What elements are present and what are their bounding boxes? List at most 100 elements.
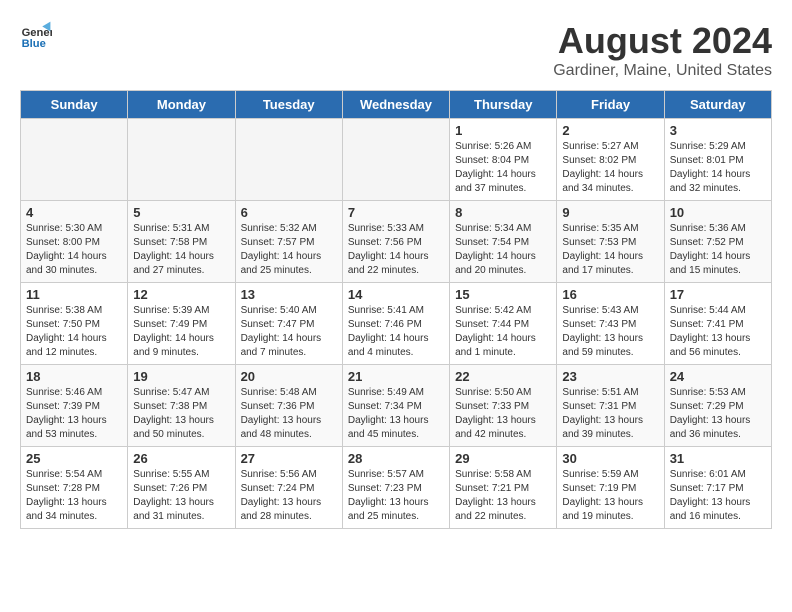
- day-header-tuesday: Tuesday: [235, 91, 342, 119]
- calendar-cell: [21, 119, 128, 201]
- calendar-cell: 8 Sunrise: 5:34 AM Sunset: 7:54 PM Dayli…: [450, 201, 557, 283]
- calendar-cell: 10 Sunrise: 5:36 AM Sunset: 7:52 PM Dayl…: [664, 201, 771, 283]
- day-number: 4: [26, 205, 122, 220]
- logo-icon: General Blue: [20, 20, 52, 52]
- calendar-cell: 30 Sunrise: 5:59 AM Sunset: 7:19 PM Dayl…: [557, 447, 664, 529]
- day-info: Sunrise: 6:01 AM Sunset: 7:17 PM Dayligh…: [670, 468, 766, 524]
- header: General Blue August 2024 Gardiner, Maine…: [20, 20, 772, 80]
- day-info: Sunrise: 5:42 AM Sunset: 7:44 PM Dayligh…: [455, 304, 551, 360]
- calendar-cell: 11 Sunrise: 5:38 AM Sunset: 7:50 PM Dayl…: [21, 283, 128, 365]
- day-info: Sunrise: 5:58 AM Sunset: 7:21 PM Dayligh…: [455, 468, 551, 524]
- day-info: Sunrise: 5:48 AM Sunset: 7:36 PM Dayligh…: [241, 386, 337, 442]
- day-info: Sunrise: 5:49 AM Sunset: 7:34 PM Dayligh…: [348, 386, 444, 442]
- day-info: Sunrise: 5:43 AM Sunset: 7:43 PM Dayligh…: [562, 304, 658, 360]
- day-number: 12: [133, 287, 229, 302]
- calendar-cell: 15 Sunrise: 5:42 AM Sunset: 7:44 PM Dayl…: [450, 283, 557, 365]
- calendar-cell: 20 Sunrise: 5:48 AM Sunset: 7:36 PM Dayl…: [235, 365, 342, 447]
- calendar-week-row: 25 Sunrise: 5:54 AM Sunset: 7:28 PM Dayl…: [21, 447, 772, 529]
- calendar-cell: [342, 119, 449, 201]
- day-number: 31: [670, 451, 766, 466]
- day-info: Sunrise: 5:56 AM Sunset: 7:24 PM Dayligh…: [241, 468, 337, 524]
- day-number: 25: [26, 451, 122, 466]
- day-info: Sunrise: 5:40 AM Sunset: 7:47 PM Dayligh…: [241, 304, 337, 360]
- day-info: Sunrise: 5:39 AM Sunset: 7:49 PM Dayligh…: [133, 304, 229, 360]
- day-number: 3: [670, 123, 766, 138]
- calendar-cell: 16 Sunrise: 5:43 AM Sunset: 7:43 PM Dayl…: [557, 283, 664, 365]
- day-info: Sunrise: 5:51 AM Sunset: 7:31 PM Dayligh…: [562, 386, 658, 442]
- day-number: 9: [562, 205, 658, 220]
- day-number: 19: [133, 369, 229, 384]
- calendar-cell: 2 Sunrise: 5:27 AM Sunset: 8:02 PM Dayli…: [557, 119, 664, 201]
- calendar-week-row: 11 Sunrise: 5:38 AM Sunset: 7:50 PM Dayl…: [21, 283, 772, 365]
- subtitle: Gardiner, Maine, United States: [553, 62, 772, 80]
- main-title: August 2024: [553, 20, 772, 62]
- day-info: Sunrise: 5:47 AM Sunset: 7:38 PM Dayligh…: [133, 386, 229, 442]
- day-number: 2: [562, 123, 658, 138]
- day-info: Sunrise: 5:36 AM Sunset: 7:52 PM Dayligh…: [670, 222, 766, 278]
- calendar-body: 1 Sunrise: 5:26 AM Sunset: 8:04 PM Dayli…: [21, 119, 772, 529]
- day-info: Sunrise: 5:57 AM Sunset: 7:23 PM Dayligh…: [348, 468, 444, 524]
- day-number: 13: [241, 287, 337, 302]
- logo: General Blue: [20, 20, 52, 52]
- day-header-saturday: Saturday: [664, 91, 771, 119]
- day-number: 8: [455, 205, 551, 220]
- day-number: 21: [348, 369, 444, 384]
- day-info: Sunrise: 5:44 AM Sunset: 7:41 PM Dayligh…: [670, 304, 766, 360]
- day-header-sunday: Sunday: [21, 91, 128, 119]
- calendar-week-row: 18 Sunrise: 5:46 AM Sunset: 7:39 PM Dayl…: [21, 365, 772, 447]
- day-info: Sunrise: 5:29 AM Sunset: 8:01 PM Dayligh…: [670, 140, 766, 196]
- day-info: Sunrise: 5:27 AM Sunset: 8:02 PM Dayligh…: [562, 140, 658, 196]
- calendar-cell: 27 Sunrise: 5:56 AM Sunset: 7:24 PM Dayl…: [235, 447, 342, 529]
- day-number: 1: [455, 123, 551, 138]
- day-number: 28: [348, 451, 444, 466]
- calendar-cell: 14 Sunrise: 5:41 AM Sunset: 7:46 PM Dayl…: [342, 283, 449, 365]
- calendar-cell: 13 Sunrise: 5:40 AM Sunset: 7:47 PM Dayl…: [235, 283, 342, 365]
- day-number: 20: [241, 369, 337, 384]
- day-number: 5: [133, 205, 229, 220]
- day-header-monday: Monday: [128, 91, 235, 119]
- calendar-cell: 1 Sunrise: 5:26 AM Sunset: 8:04 PM Dayli…: [450, 119, 557, 201]
- day-number: 6: [241, 205, 337, 220]
- day-info: Sunrise: 5:35 AM Sunset: 7:53 PM Dayligh…: [562, 222, 658, 278]
- day-number: 29: [455, 451, 551, 466]
- calendar-table: SundayMondayTuesdayWednesdayThursdayFrid…: [20, 90, 772, 529]
- day-info: Sunrise: 5:55 AM Sunset: 7:26 PM Dayligh…: [133, 468, 229, 524]
- day-number: 18: [26, 369, 122, 384]
- calendar-cell: 6 Sunrise: 5:32 AM Sunset: 7:57 PM Dayli…: [235, 201, 342, 283]
- day-info: Sunrise: 5:54 AM Sunset: 7:28 PM Dayligh…: [26, 468, 122, 524]
- day-info: Sunrise: 5:32 AM Sunset: 7:57 PM Dayligh…: [241, 222, 337, 278]
- calendar-cell: 26 Sunrise: 5:55 AM Sunset: 7:26 PM Dayl…: [128, 447, 235, 529]
- calendar-cell: 19 Sunrise: 5:47 AM Sunset: 7:38 PM Dayl…: [128, 365, 235, 447]
- day-info: Sunrise: 5:34 AM Sunset: 7:54 PM Dayligh…: [455, 222, 551, 278]
- calendar-cell: 31 Sunrise: 6:01 AM Sunset: 7:17 PM Dayl…: [664, 447, 771, 529]
- calendar-cell: 29 Sunrise: 5:58 AM Sunset: 7:21 PM Dayl…: [450, 447, 557, 529]
- day-number: 7: [348, 205, 444, 220]
- day-info: Sunrise: 5:59 AM Sunset: 7:19 PM Dayligh…: [562, 468, 658, 524]
- day-info: Sunrise: 5:46 AM Sunset: 7:39 PM Dayligh…: [26, 386, 122, 442]
- calendar-week-row: 1 Sunrise: 5:26 AM Sunset: 8:04 PM Dayli…: [21, 119, 772, 201]
- day-number: 22: [455, 369, 551, 384]
- calendar-cell: 18 Sunrise: 5:46 AM Sunset: 7:39 PM Dayl…: [21, 365, 128, 447]
- calendar-header-row: SundayMondayTuesdayWednesdayThursdayFrid…: [21, 91, 772, 119]
- day-number: 24: [670, 369, 766, 384]
- day-number: 15: [455, 287, 551, 302]
- day-number: 30: [562, 451, 658, 466]
- calendar-cell: 22 Sunrise: 5:50 AM Sunset: 7:33 PM Dayl…: [450, 365, 557, 447]
- calendar-cell: 28 Sunrise: 5:57 AM Sunset: 7:23 PM Dayl…: [342, 447, 449, 529]
- day-header-friday: Friday: [557, 91, 664, 119]
- day-number: 17: [670, 287, 766, 302]
- calendar-cell: 3 Sunrise: 5:29 AM Sunset: 8:01 PM Dayli…: [664, 119, 771, 201]
- day-info: Sunrise: 5:38 AM Sunset: 7:50 PM Dayligh…: [26, 304, 122, 360]
- calendar-cell: 7 Sunrise: 5:33 AM Sunset: 7:56 PM Dayli…: [342, 201, 449, 283]
- day-info: Sunrise: 5:53 AM Sunset: 7:29 PM Dayligh…: [670, 386, 766, 442]
- calendar-cell: 4 Sunrise: 5:30 AM Sunset: 8:00 PM Dayli…: [21, 201, 128, 283]
- calendar-cell: 21 Sunrise: 5:49 AM Sunset: 7:34 PM Dayl…: [342, 365, 449, 447]
- day-header-thursday: Thursday: [450, 91, 557, 119]
- day-number: 23: [562, 369, 658, 384]
- calendar-cell: 25 Sunrise: 5:54 AM Sunset: 7:28 PM Dayl…: [21, 447, 128, 529]
- day-info: Sunrise: 5:41 AM Sunset: 7:46 PM Dayligh…: [348, 304, 444, 360]
- day-info: Sunrise: 5:26 AM Sunset: 8:04 PM Dayligh…: [455, 140, 551, 196]
- calendar-cell: 17 Sunrise: 5:44 AM Sunset: 7:41 PM Dayl…: [664, 283, 771, 365]
- calendar-week-row: 4 Sunrise: 5:30 AM Sunset: 8:00 PM Dayli…: [21, 201, 772, 283]
- day-number: 11: [26, 287, 122, 302]
